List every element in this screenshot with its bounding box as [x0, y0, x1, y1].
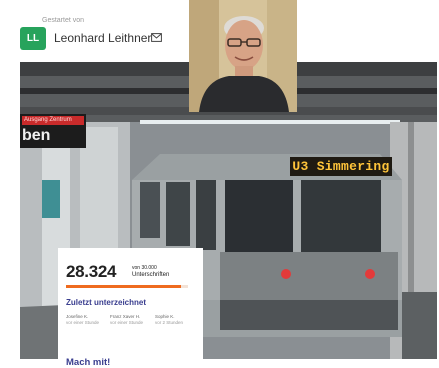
signature-goal: von 30.000: [132, 265, 157, 271]
station-sign-top: Ausgang Zentrum: [22, 116, 84, 125]
signer-name: Sophie K.: [155, 314, 175, 319]
signer-time: vor einer Stunde: [66, 319, 100, 325]
list-item: Josefine K. vor einer Stunde: [66, 314, 99, 325]
list-item: Franz Xaver H. vor einer Stunde: [110, 314, 143, 325]
signer-time: vor 2 Stunden: [155, 319, 184, 325]
avatar: LL: [20, 27, 46, 50]
starter-name[interactable]: Leonhard Leithner: [54, 31, 151, 45]
signature-unit: Unterschriften: [132, 272, 170, 278]
webcam-person-icon: [189, 0, 297, 112]
signature-progress-fill: [66, 285, 182, 288]
recent-signers-heading: Zuletzt unterzeichnet: [66, 298, 147, 307]
signature-count: 28.324: [66, 262, 117, 281]
signer-name: Franz Xaver H.: [110, 314, 141, 319]
signer-time: vor einer Stunde: [110, 319, 144, 325]
webcam-video: [189, 0, 297, 112]
join-cta-button[interactable]: Mach mit!: [66, 357, 110, 368]
mail-icon[interactable]: [151, 33, 162, 42]
starter-label: Gestartet von: [42, 17, 85, 24]
station-sign-name: ben: [22, 127, 51, 144]
list-item: Sophie K. vor 2 Stunden: [155, 314, 183, 325]
signer-name: Josefine K.: [66, 314, 89, 319]
signature-progress-bar: [66, 285, 188, 288]
train-destination-sign: U3 Simmering: [290, 157, 392, 176]
station-sign: Ausgang Zentrum ben: [20, 114, 86, 148]
